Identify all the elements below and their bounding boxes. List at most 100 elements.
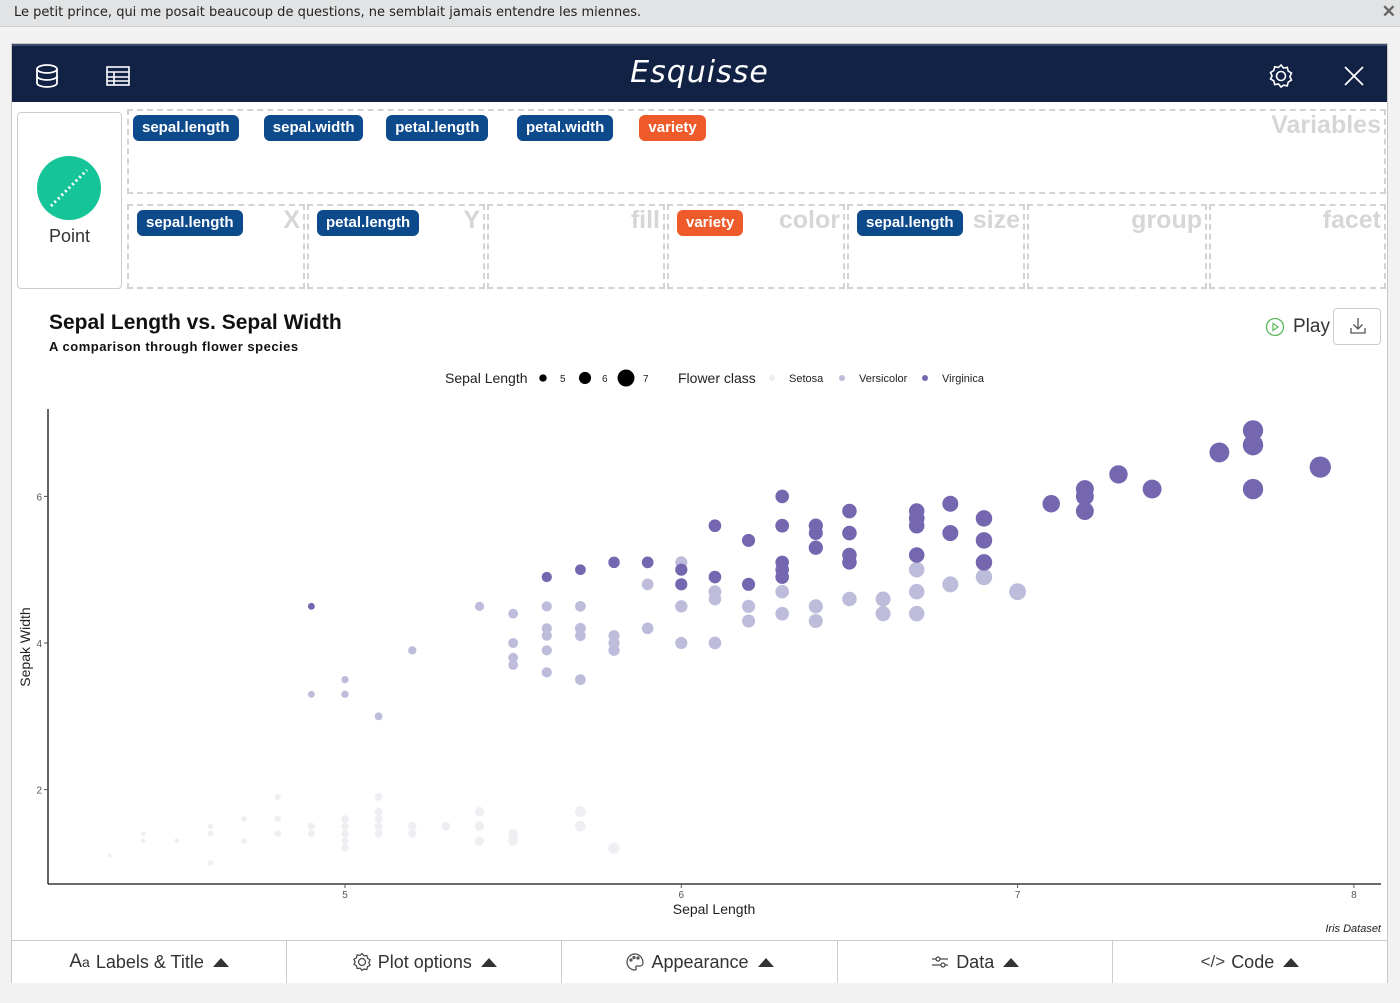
- data-point: [808, 526, 823, 541]
- legend-size-key: [578, 371, 592, 385]
- data-point: [307, 830, 315, 838]
- gear-icon[interactable]: [1268, 63, 1294, 89]
- data-point: [908, 547, 925, 563]
- dropzone-label: X: [283, 206, 300, 234]
- data-point: [341, 675, 349, 684]
- dropzone-variables[interactable]: Variables sepal.length sepal.width petal.l…: [127, 109, 1386, 194]
- data-point: [942, 525, 959, 542]
- download-button[interactable]: [1333, 308, 1381, 345]
- data-point: [975, 554, 993, 571]
- sliders-icon: [932, 956, 949, 968]
- data-point: [875, 606, 891, 622]
- data-point: [374, 829, 383, 838]
- data-point: [975, 532, 993, 549]
- close-icon[interactable]: [1341, 63, 1367, 89]
- variable-badge[interactable]: sepal.width: [263, 115, 364, 141]
- legend-size-label: 7: [643, 374, 649, 385]
- data-point: [675, 563, 688, 576]
- data-point: [207, 860, 214, 866]
- variable-badge[interactable]: sepal.length: [137, 210, 243, 236]
- data-point: [474, 601, 485, 611]
- variable-badge[interactable]: petal.width: [517, 115, 614, 141]
- tab-plot-options[interactable]: Plot options: [287, 941, 563, 983]
- geom-label: Point: [48, 226, 91, 246]
- data-point: [742, 599, 756, 613]
- data-point: [641, 556, 654, 569]
- data-point: [641, 578, 654, 591]
- geom-selector[interactable]: Point: [17, 112, 122, 289]
- y-tick-label: 4: [36, 639, 42, 650]
- variable-badge[interactable]: petal.length: [386, 115, 489, 141]
- data-point: [441, 821, 451, 831]
- variable-badge[interactable]: sepal.length: [133, 115, 239, 141]
- tab-data[interactable]: Data: [837, 941, 1113, 983]
- data-point: [140, 838, 146, 844]
- tab-label: Appearance: [651, 951, 749, 972]
- data-point: [575, 674, 586, 686]
- dropzone-group[interactable]: group: [1027, 204, 1207, 289]
- dropzone-label: facet: [1322, 206, 1381, 234]
- dropzone-label: Y: [463, 206, 480, 234]
- variable-badge[interactable]: variety: [639, 115, 706, 141]
- app-title: Esquisse: [630, 55, 769, 90]
- legend-color-label: Virginica: [942, 373, 985, 385]
- dropzone-fill[interactable]: fill: [487, 204, 665, 289]
- dropzone-facet[interactable]: facet: [1209, 204, 1386, 289]
- data-point: [775, 562, 789, 577]
- x-tick-label: 7: [1015, 890, 1021, 901]
- data-point: [1042, 495, 1060, 513]
- dropzone-y[interactable]: Y petal.length: [307, 204, 485, 289]
- close-icon[interactable]: ✕: [1382, 2, 1396, 22]
- data-point: [207, 823, 214, 829]
- variable-badge[interactable]: sepal.length: [857, 210, 963, 236]
- y-tick-label: 2: [36, 786, 42, 797]
- tab-label: Plot options: [377, 951, 472, 972]
- data-point: [541, 667, 552, 678]
- play-button[interactable]: Play: [1265, 316, 1330, 338]
- geom-point-icon: [37, 156, 101, 220]
- data-point: [474, 836, 485, 846]
- data-point: [1309, 456, 1331, 478]
- variable-badge[interactable]: variety: [677, 210, 744, 236]
- data-point: [508, 608, 519, 619]
- data-point: [140, 831, 146, 836]
- data-point: [842, 591, 857, 607]
- data-point: [241, 815, 248, 822]
- data-point: [942, 576, 959, 593]
- legend-size-label: 6: [602, 374, 608, 385]
- data-point: [508, 638, 519, 648]
- data-point: [1075, 502, 1094, 521]
- data-point: [608, 556, 620, 568]
- data-point: [274, 830, 281, 837]
- code-icon: </>: [1200, 952, 1226, 971]
- data-point: [742, 577, 756, 591]
- data-point: [908, 583, 925, 600]
- data-point: [675, 600, 688, 613]
- data-point: [575, 820, 586, 832]
- legend-color-key: [769, 375, 775, 381]
- data-point: [575, 806, 586, 817]
- scatter-chart: 5 6 7 8246Sepal LengthSepak WidthIris Datas…: [17, 369, 1382, 935]
- dropzone-x[interactable]: X sepal.length: [127, 204, 305, 289]
- legend-color-title: Flower class: [678, 370, 756, 386]
- dropzone-label: group: [1131, 206, 1202, 234]
- data-point: [742, 614, 756, 628]
- tab-appearance[interactable]: Appearance: [562, 941, 838, 983]
- data-point: [341, 822, 349, 830]
- data-point: [374, 815, 383, 823]
- notification-bar: Le petit prince, qui me posait beaucoup …: [0, 0, 1400, 27]
- data-point: [775, 518, 789, 533]
- data-point: [575, 600, 586, 612]
- dropzone-size[interactable]: size sepal.length: [847, 204, 1025, 289]
- data-point: [374, 822, 383, 831]
- data-point: [708, 519, 722, 533]
- data-point: [374, 807, 383, 816]
- tab-labels-title[interactable]: Aa Labels & Title: [12, 941, 288, 983]
- legend-size-key: [539, 374, 547, 382]
- variable-badge[interactable]: petal.length: [317, 210, 420, 236]
- dropzone-color[interactable]: color variety: [667, 204, 845, 289]
- data-point: [842, 525, 857, 541]
- x-tick-label: 5: [342, 890, 348, 901]
- tab-code[interactable]: </> Code: [1112, 941, 1388, 983]
- data-point: [808, 540, 823, 555]
